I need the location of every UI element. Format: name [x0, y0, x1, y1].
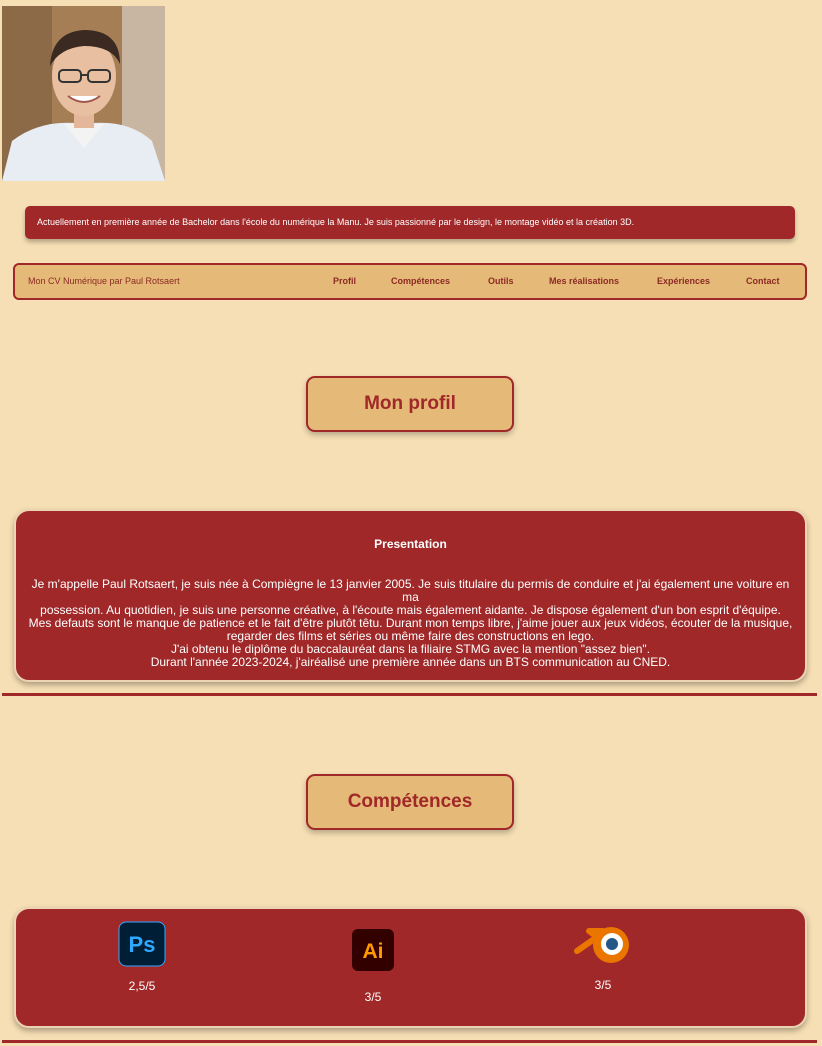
- profile-photo: [2, 6, 165, 181]
- photoshop-icon-label: Ps: [129, 932, 156, 957]
- presentation-text: Je m'appelle Paul Rotsaert, je suis née …: [28, 578, 793, 669]
- skills-section-title: Compétences: [306, 774, 514, 830]
- nav-link-competences[interactable]: Compétences: [391, 265, 450, 298]
- blender-icon: [574, 927, 629, 963]
- nav-link-contact[interactable]: Contact: [746, 265, 780, 298]
- intro-text: Actuellement en première année de Bachel…: [37, 217, 635, 227]
- intro-banner: Actuellement en première année de Bachel…: [25, 206, 795, 239]
- navbar: Mon CV Numérique par Paul Rotsaert Profi…: [13, 263, 807, 300]
- skills-card: Ps 2,5/5 Ai 3/5 3/5: [14, 907, 807, 1028]
- skill-rating-photoshop: 2,5/5: [128, 979, 156, 993]
- skill-illustrator: Ai: [351, 928, 395, 977]
- skill-rating-illustrator: 3/5: [364, 990, 382, 1004]
- section-divider: [2, 1040, 817, 1043]
- nav-link-outils[interactable]: Outils: [488, 265, 514, 298]
- nav-brand: Mon CV Numérique par Paul Rotsaert: [28, 276, 180, 286]
- illustrator-icon: Ai: [352, 929, 394, 971]
- section-divider: [2, 693, 817, 696]
- photoshop-icon: Ps: [118, 921, 166, 967]
- presentation-card: Presentation Je m'appelle Paul Rotsaert,…: [14, 509, 807, 682]
- skill-blender: [573, 919, 633, 972]
- nav-link-realisations[interactable]: Mes réalisations: [549, 265, 619, 298]
- skill-rating-blender: 3/5: [594, 978, 612, 992]
- nav-link-profil[interactable]: Profil: [333, 265, 356, 298]
- presentation-line: Durant l'année 2023-2024, j'airéalisé un…: [150, 655, 671, 669]
- skill-photoshop: Ps: [118, 921, 166, 972]
- nav-link-experiences[interactable]: Expériences: [657, 265, 710, 298]
- presentation-line: Je m'appelle Paul Rotsaert, je suis née …: [31, 577, 790, 604]
- profile-section-title: Mon profil: [306, 376, 514, 432]
- illustrator-icon-label: Ai: [363, 940, 384, 963]
- presentation-title: Presentation: [374, 537, 447, 551]
